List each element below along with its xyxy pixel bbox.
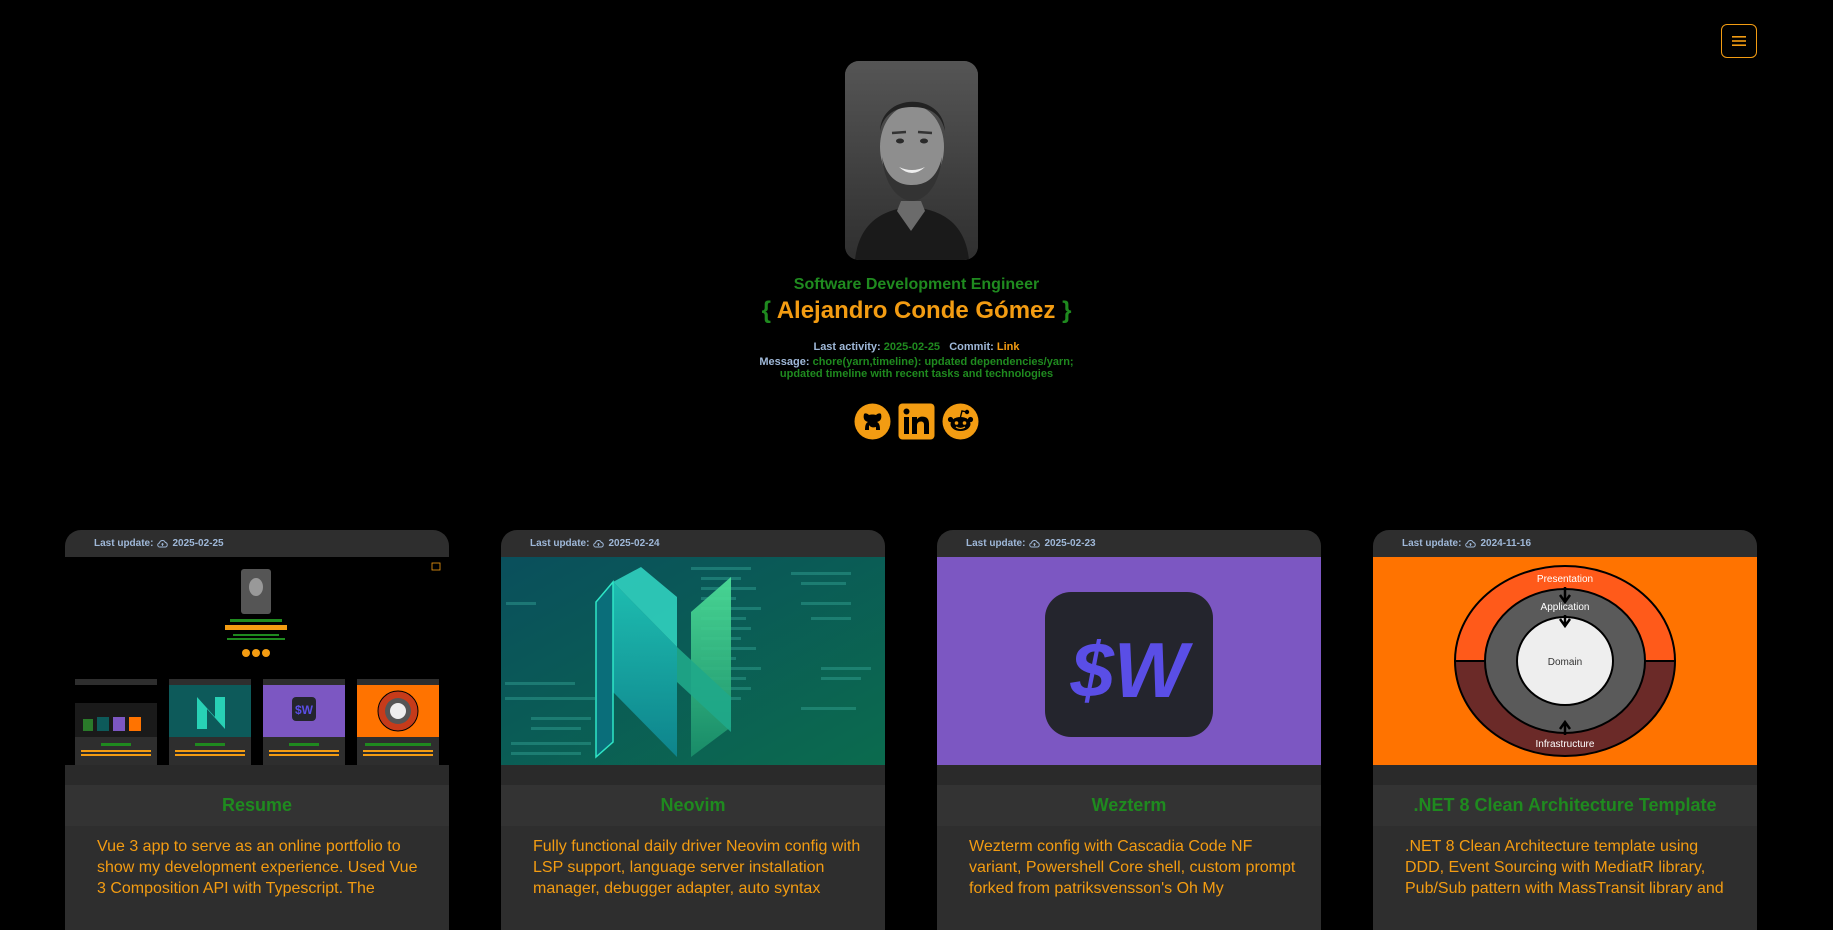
neovim-preview-image — [501, 557, 885, 765]
project-card-resume[interactable]: Last update: 2025-02-25 $W Resume Vue 3 … — [65, 530, 449, 930]
wezterm-logo-text: $W — [1070, 626, 1194, 714]
last-update-label: Last update: — [966, 538, 1026, 549]
last-activity-label: Last activity: — [813, 341, 881, 353]
name-text: Alejandro Conde Gómez — [776, 297, 1056, 324]
last-update-label: Last update: — [94, 538, 154, 549]
hamburger-icon — [1732, 36, 1746, 46]
card-title[interactable]: Wezterm — [937, 785, 1321, 826]
menu-button[interactable] — [1721, 24, 1757, 58]
card-title[interactable]: Neovim — [501, 785, 885, 826]
project-card-dotnet-clean-architecture[interactable]: Last update: 2024-11-16 Presentation App… — [1373, 530, 1757, 930]
card-divider — [501, 765, 885, 785]
card-description: Fully functional daily driver Neovim con… — [533, 838, 861, 897]
diagram-label-presentation: Presentation — [1537, 574, 1593, 585]
cloud-upload-icon — [157, 539, 169, 548]
card-divider — [1373, 765, 1757, 785]
card-divider — [937, 765, 1321, 785]
wezterm-preview-image: $W — [937, 557, 1321, 765]
last-activity: Last activity: 2025-02-25 Commit: Link — [0, 341, 1833, 353]
brace-close: } — [1062, 297, 1072, 324]
author-name: { Alejandro Conde Gómez } — [0, 297, 1833, 325]
last-activity-date: 2025-02-25 — [883, 341, 941, 353]
brace-open: { — [761, 297, 771, 324]
diagram-label-infrastructure: Infrastructure — [1536, 739, 1595, 750]
card-divider — [65, 765, 449, 785]
last-update-label: Last update: — [1402, 538, 1462, 549]
last-update-date: 2025-02-24 — [608, 538, 660, 549]
svg-text:$W: $W — [295, 703, 314, 717]
message-line-1: chore(yarn,timeline): updated dependenci… — [812, 356, 1074, 368]
cloud-upload-icon — [1465, 539, 1477, 548]
last-update-label: Last update: — [530, 538, 590, 549]
reddit-icon — [942, 403, 979, 440]
linkedin-link[interactable] — [898, 403, 935, 440]
card-header: Last update: 2025-02-25 — [65, 530, 449, 557]
last-update-date: 2025-02-25 — [172, 538, 224, 549]
card-header: Last update: 2025-02-23 — [937, 530, 1321, 557]
commit-link[interactable]: Link — [997, 341, 1020, 353]
job-title: Software Development Engineer — [793, 276, 1040, 293]
github-link[interactable] — [854, 403, 891, 440]
card-description: Vue 3 app to serve as an online portfoli… — [97, 838, 418, 897]
commit-label: Commit: — [949, 341, 994, 353]
card-title[interactable]: .NET 8 Clean Architecture Template — [1373, 785, 1757, 826]
clean-architecture-diagram: Presentation Application Domain Infrastr… — [1373, 557, 1757, 765]
diagram-label-domain: Domain — [1548, 657, 1582, 668]
card-header: Last update: 2025-02-24 — [501, 530, 885, 557]
github-icon — [854, 403, 891, 440]
commit-message: Message: chore(yarn,timeline): updated d… — [0, 356, 1833, 380]
card-description: .NET 8 Clean Architecture template using… — [1405, 838, 1724, 897]
cloud-upload-icon — [1029, 539, 1041, 548]
resume-preview-image: $W — [65, 557, 449, 765]
social-links — [0, 403, 1833, 440]
card-description: Wezterm config with Cascadia Code NF var… — [969, 838, 1296, 897]
reddit-link[interactable] — [942, 403, 979, 440]
project-card-neovim[interactable]: Last update: 2025-02-24 Neovim Fully fun… — [501, 530, 885, 930]
last-update-date: 2024-11-16 — [1480, 538, 1532, 549]
cloud-upload-icon — [593, 539, 605, 548]
message-label: Message: — [759, 356, 810, 368]
last-update-date: 2025-02-23 — [1044, 538, 1096, 549]
diagram-label-application: Application — [1541, 602, 1590, 613]
card-header: Last update: 2024-11-16 — [1373, 530, 1757, 557]
project-card-wezterm[interactable]: Last update: 2025-02-23 $W Wezterm Wezte… — [937, 530, 1321, 930]
card-title[interactable]: Resume — [65, 785, 449, 826]
message-line-2: updated timeline with recent tasks and t… — [779, 368, 1054, 380]
profile-photo — [845, 61, 978, 260]
linkedin-icon — [898, 403, 935, 440]
